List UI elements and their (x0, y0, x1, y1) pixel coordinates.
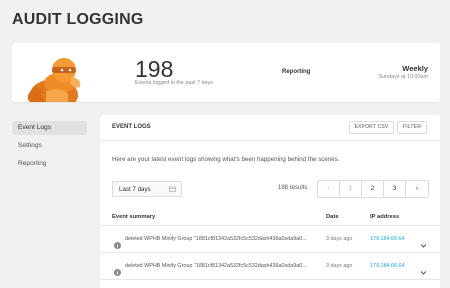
column-header-summary: Event summary (112, 214, 156, 220)
filter-button[interactable]: FILTER (397, 121, 427, 134)
pagination-next-button[interactable]: › (406, 181, 428, 197)
event-ip[interactable]: 179.184.66.64 (370, 236, 404, 242)
sidebar-item-reporting[interactable]: Reporting (12, 157, 87, 171)
event-count-label: Events logged in the past 7 days (135, 80, 213, 86)
chevron-down-icon[interactable] (420, 236, 427, 248)
event-date: 3 days ago (326, 263, 353, 269)
info-icon (114, 263, 121, 276)
event-ip[interactable]: 179.184.66.64 (370, 263, 404, 269)
info-icon (114, 236, 121, 249)
intro-text: Here are your latest event logs showing … (112, 156, 340, 163)
pagination-page-3[interactable]: 3 (384, 181, 406, 197)
event-count: 198 (135, 56, 174, 82)
date-range-value: Last 7 days (119, 186, 151, 193)
event-date: 3 days ago (326, 236, 353, 242)
event-logs-card: EVENT LOGS EXPORT CSV FILTER Here are yo… (100, 115, 440, 288)
pagination-prev-button[interactable]: ‹ (318, 181, 340, 197)
table-row[interactable]: deleted WPHB Minify Group "1881cf81342a5… (100, 252, 440, 279)
export-csv-button[interactable]: EXPORT CSV (349, 121, 394, 134)
sidebar-item-event-logs[interactable]: Event Logs (12, 121, 87, 135)
pagination-page-1[interactable]: 1 (340, 181, 362, 197)
mascot-illustration (24, 53, 94, 102)
sidebar-item-settings[interactable]: Settings (12, 139, 87, 153)
card-header: EVENT LOGS EXPORT CSV FILTER (100, 115, 440, 141)
calendar-icon (169, 186, 176, 192)
report-frequency: Weekly (402, 64, 428, 73)
table-row[interactable]: deleted WPHB Minify Group "1881cf81342a5… (100, 225, 440, 252)
card-title: EVENT LOGS (112, 124, 151, 130)
column-header-ip: IP address (370, 214, 400, 220)
chevron-down-icon[interactable] (420, 263, 427, 275)
column-header-date: Date (326, 214, 339, 220)
pagination-page-2[interactable]: 2 (362, 181, 384, 197)
pagination: ‹ 1 2 3 › (317, 180, 429, 198)
summary-card: 198 Events logged in the past 7 days Rep… (12, 43, 440, 102)
event-summary: deleted WPHB Minify Group "1881cf81342a5… (125, 263, 307, 269)
results-count: 198 results (278, 185, 308, 191)
page-title: AUDIT LOGGING (12, 11, 144, 28)
table-row-divider (100, 279, 440, 288)
date-range-select[interactable]: Last 7 days (112, 181, 182, 197)
reporting-label: Reporting (282, 69, 311, 75)
event-summary: deleted WPHB Minify Group "1881cf81342a5… (125, 236, 307, 242)
report-schedule: Sundays at 10:00am (378, 74, 428, 80)
